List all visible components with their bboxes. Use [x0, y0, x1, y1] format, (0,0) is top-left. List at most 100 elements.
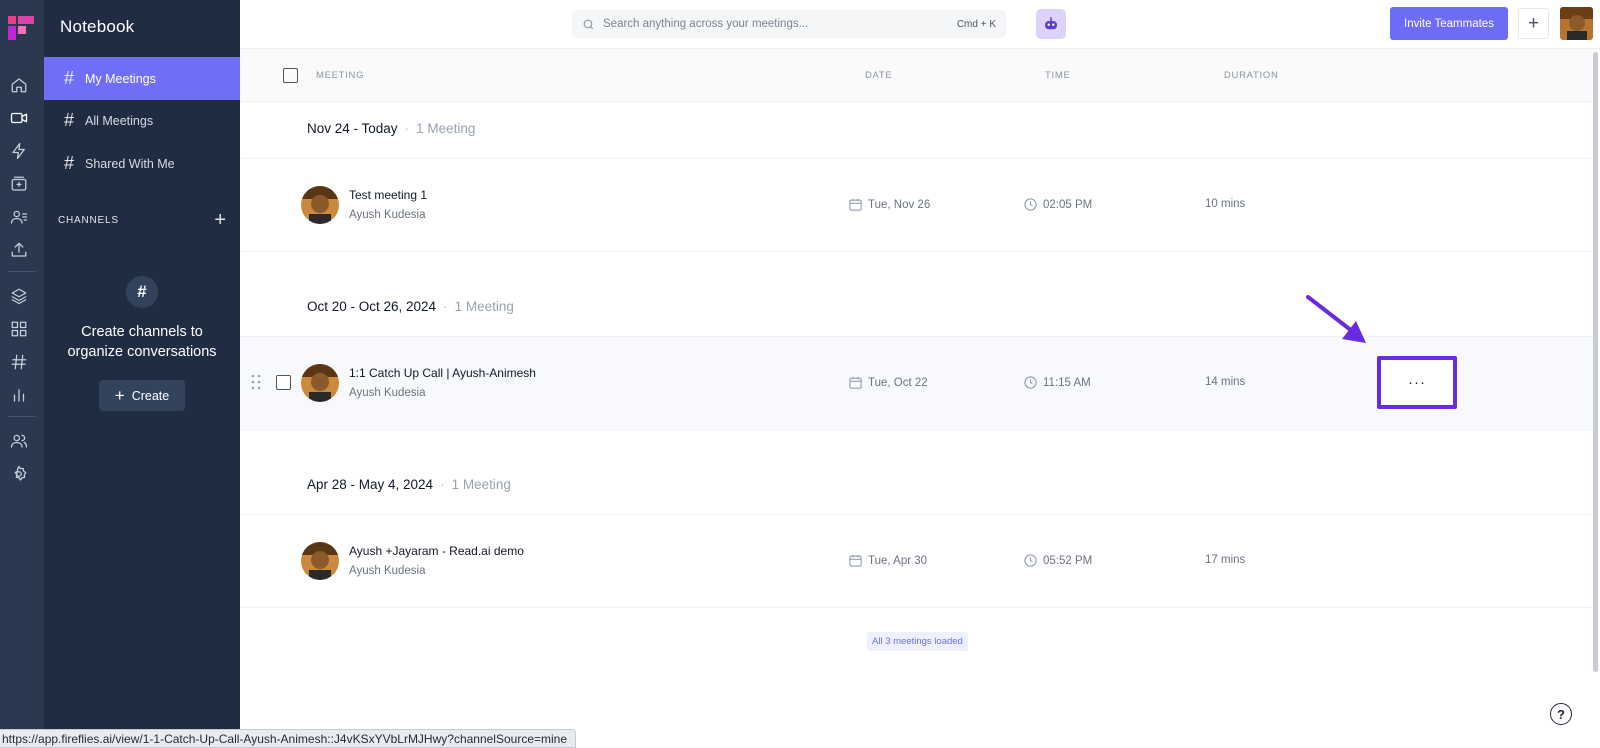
hash-icon: # — [63, 153, 74, 173]
meeting-title[interactable]: Test meeting 1 — [349, 188, 427, 202]
hash-icon: # — [63, 110, 74, 130]
column-header: MEETING DATE TIME DURATION — [240, 49, 1596, 102]
search-icon — [583, 19, 594, 29]
meeting-time: 11:15 AM — [1023, 375, 1091, 390]
sidebar-item-shared-with-me[interactable]: # Shared With Me — [44, 142, 240, 185]
status-url: https://app.fireflies.ai/view/1-1-Catch-… — [0, 729, 577, 748]
time-text: 11:15 AM — [1043, 376, 1091, 389]
row-checkbox[interactable] — [276, 375, 291, 390]
create-button-label: Create — [131, 388, 170, 403]
meeting-duration: 10 mins — [1205, 198, 1246, 210]
more-options-button[interactable]: ··· — [1377, 356, 1457, 409]
avatar — [301, 186, 339, 224]
sidebar-item-all-meetings[interactable]: # All Meetings — [44, 99, 240, 142]
meeting-row[interactable]: Ayush +Jayaram - Read.ai demo Ayush Kude… — [240, 515, 1596, 607]
top-bar: Cmd + K Invite Teammates + — [240, 0, 1600, 49]
group-header: Apr 28 - May 4, 2024 · 1 Meeting — [307, 477, 511, 492]
group-range: Nov 24 - Today — [307, 121, 398, 136]
ai-assistant-button[interactable] — [1036, 9, 1066, 39]
sidebar-item-my-meetings[interactable]: # My Meetings — [44, 57, 240, 100]
group-count: 1 Meeting — [454, 299, 514, 314]
meeting-date: Tue, Oct 22 — [848, 375, 928, 390]
sidebar-item-label: My Meetings — [85, 71, 156, 86]
drag-handle-icon[interactable] — [251, 374, 261, 390]
meeting-duration: 14 mins — [1205, 376, 1246, 388]
sidebar-title: Notebook — [60, 17, 135, 36]
layers-icon[interactable] — [8, 285, 30, 307]
home-icon[interactable] — [8, 74, 30, 96]
lightning-icon[interactable] — [8, 140, 30, 162]
user-avatar[interactable] — [1560, 7, 1593, 40]
sidebar-item-label: Shared With Me — [85, 156, 175, 171]
meeting-time: 05:52 PM — [1023, 553, 1092, 568]
column-meeting[interactable]: MEETING — [316, 70, 364, 81]
meeting-owner: Ayush Kudesia — [349, 387, 426, 399]
notebook-sidebar: Notebook # My Meetings # All Meetings # … — [44, 0, 240, 748]
group-count: 1 Meeting — [416, 121, 476, 136]
time-text: 05:52 PM — [1043, 554, 1093, 567]
column-date[interactable]: DATE — [865, 70, 892, 81]
date-text: Tue, Apr 30 — [868, 554, 928, 567]
calendar-icon — [849, 554, 862, 567]
search-bar[interactable]: Cmd + K — [572, 10, 1006, 38]
search-input[interactable] — [603, 18, 957, 30]
meeting-date: Tue, Nov 26 — [848, 197, 930, 212]
inbox-icon[interactable] — [8, 173, 30, 195]
date-text: Tue, Nov 26 — [868, 198, 931, 211]
meeting-owner: Ayush Kudesia — [349, 209, 426, 221]
team-icon[interactable] — [8, 430, 30, 452]
group-count: 1 Meeting — [451, 477, 511, 492]
meeting-title[interactable]: Ayush +Jayaram - Read.ai demo — [349, 544, 524, 558]
video-icon[interactable] — [8, 107, 30, 129]
meeting-time: 02:05 PM — [1023, 197, 1092, 212]
divider — [240, 607, 1596, 608]
contacts-icon[interactable] — [8, 206, 30, 228]
calendar-icon — [849, 198, 862, 211]
meeting-title[interactable]: 1:1 Catch Up Call | Ayush-Animesh — [349, 366, 536, 380]
divider — [240, 251, 1596, 252]
date-text: Tue, Oct 22 — [868, 376, 928, 389]
analytics-icon[interactable] — [8, 384, 30, 406]
group-range: Apr 28 - May 4, 2024 — [307, 477, 434, 492]
divider — [240, 429, 1596, 430]
annotation-arrow-icon — [1306, 295, 1366, 343]
meeting-owner: Ayush Kudesia — [349, 565, 426, 577]
group-header: Nov 24 - Today · 1 Meeting — [307, 121, 476, 136]
rail-divider — [8, 271, 36, 272]
avatar — [301, 542, 339, 580]
fireflies-logo[interactable] — [7, 14, 35, 42]
sidebar-item-label: All Meetings — [85, 113, 154, 128]
group-header: Oct 20 - Oct 26, 2024 · 1 Meeting — [307, 299, 514, 314]
add-channel-icon[interactable]: + — [214, 210, 226, 230]
meeting-date: Tue, Apr 30 — [848, 553, 927, 568]
hash-icon: # — [126, 276, 158, 308]
meeting-row[interactable]: Test meeting 1 Ayush Kudesia Tue, Nov 26… — [240, 159, 1596, 251]
help-button[interactable]: ? — [1550, 703, 1572, 725]
channels-label: CHANNELS — [58, 214, 119, 226]
meeting-row[interactable]: 1:1 Catch Up Call | Ayush-Animesh Ayush … — [240, 337, 1596, 429]
apps-grid-icon[interactable] — [8, 318, 30, 340]
group-range: Oct 20 - Oct 26, 2024 — [307, 299, 437, 314]
app-window: Notebook # My Meetings # All Meetings # … — [0, 0, 1600, 748]
create-channel-button[interactable]: + Create — [99, 380, 185, 411]
rail-divider — [8, 416, 36, 417]
column-time[interactable]: TIME — [1045, 70, 1071, 81]
invite-teammates-button[interactable]: Invite Teammates — [1390, 7, 1508, 40]
time-text: 02:05 PM — [1043, 198, 1093, 211]
hash-icon: # — [63, 68, 74, 88]
upload-icon[interactable] — [8, 239, 30, 261]
clock-icon — [1024, 376, 1037, 389]
scrollbar[interactable] — [1593, 52, 1598, 672]
add-button[interactable]: + — [1518, 8, 1549, 39]
icon-rail — [0, 0, 44, 748]
column-duration[interactable]: DURATION — [1224, 70, 1279, 81]
settings-icon[interactable] — [8, 463, 30, 485]
meeting-duration: 17 mins — [1205, 554, 1246, 566]
channels-header: CHANNELS + — [58, 210, 226, 230]
clock-icon — [1024, 198, 1037, 211]
select-all-checkbox[interactable] — [283, 68, 298, 83]
hash-icon[interactable] — [8, 351, 30, 373]
meetings-list: MEETING DATE TIME DURATION Nov 24 - Toda… — [240, 49, 1596, 748]
all-loaded-badge: All 3 meetings loaded — [867, 632, 968, 651]
clock-icon — [1024, 554, 1037, 567]
